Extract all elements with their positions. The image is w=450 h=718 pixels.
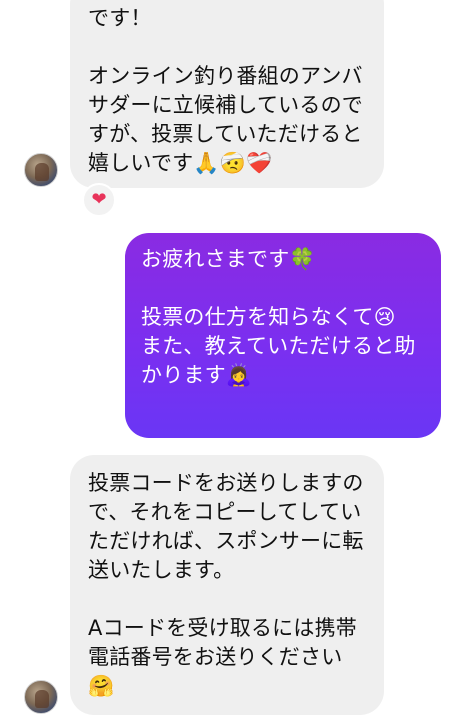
outgoing-message-bubble[interactable]: お疲れさまです🍀 投票の仕方を知らなくて😢 また、教えていただけると助かります🙇… [125, 233, 441, 438]
sender-avatar[interactable] [24, 680, 58, 714]
incoming-message-bubble[interactable]: 投票コードをお送りしますので、それをコピーしてしていただければ、スポンサーに転送… [70, 455, 384, 715]
sender-avatar[interactable] [24, 153, 58, 187]
message-reaction[interactable]: ❤ [82, 183, 116, 217]
incoming-message-bubble[interactable]: です！ オンライン釣り番組のアンバサダーに立候補しているのですが、投票していただ… [70, 0, 384, 188]
heart-icon: ❤ [91, 189, 107, 210]
